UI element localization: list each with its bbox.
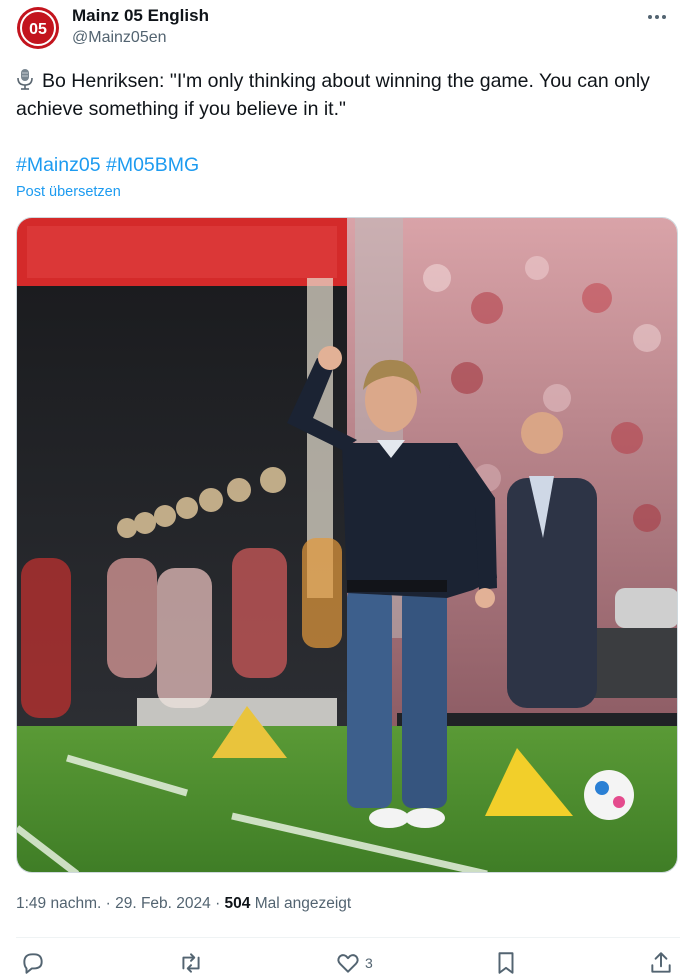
tweet-time[interactable]: 1:49 nachm. bbox=[16, 895, 101, 912]
bookmark-button[interactable] bbox=[493, 950, 519, 976]
reply-icon bbox=[23, 953, 43, 974]
heart-icon bbox=[337, 954, 359, 973]
tweet-date[interactable]: 29. Feb. 2024 bbox=[115, 895, 211, 912]
action-bar: 3 bbox=[0, 946, 680, 980]
tweet-text: Bo Henriksen: "I'm only thinking about w… bbox=[16, 67, 666, 123]
bookmark-icon bbox=[498, 952, 514, 974]
tweet-photo[interactable] bbox=[16, 217, 678, 873]
more-options-button[interactable] bbox=[644, 8, 670, 26]
reply-button[interactable] bbox=[20, 950, 46, 976]
divider bbox=[16, 937, 680, 938]
hashtag-mainz05[interactable]: #Mainz05 bbox=[16, 154, 101, 176]
view-count: 504 bbox=[224, 895, 251, 912]
like-count: 3 bbox=[365, 955, 373, 971]
hashtag-row: #Mainz05 #M05BMG bbox=[16, 151, 199, 179]
repost-button[interactable] bbox=[178, 950, 204, 976]
share-button[interactable] bbox=[648, 950, 674, 976]
display-name[interactable]: Mainz 05 English bbox=[72, 5, 209, 27]
tweet-body: Bo Henriksen: "I'm only thinking about w… bbox=[16, 70, 650, 120]
mainz-logo-icon: 05 bbox=[17, 7, 59, 49]
coach-photo bbox=[17, 218, 677, 872]
author-block: Mainz 05 English @Mainz05en bbox=[72, 5, 209, 49]
avatar[interactable]: 05 bbox=[15, 5, 61, 51]
like-button[interactable]: 3 bbox=[335, 950, 373, 976]
share-icon bbox=[651, 952, 671, 973]
repost-icon bbox=[182, 953, 200, 973]
translate-link[interactable]: Post übersetzen bbox=[16, 184, 121, 200]
views-label: Mal angezeigt bbox=[254, 895, 352, 912]
tweet-meta: 1:49 nachm. · 29. Feb. 2024 · 504 Mal an… bbox=[16, 895, 352, 912]
hashtag-m05bmg[interactable]: #M05BMG bbox=[106, 154, 199, 176]
svg-text:05: 05 bbox=[29, 21, 47, 38]
microphone-icon bbox=[17, 69, 33, 90]
more-dots-icon bbox=[648, 15, 666, 19]
handle[interactable]: @Mainz05en bbox=[72, 27, 209, 49]
